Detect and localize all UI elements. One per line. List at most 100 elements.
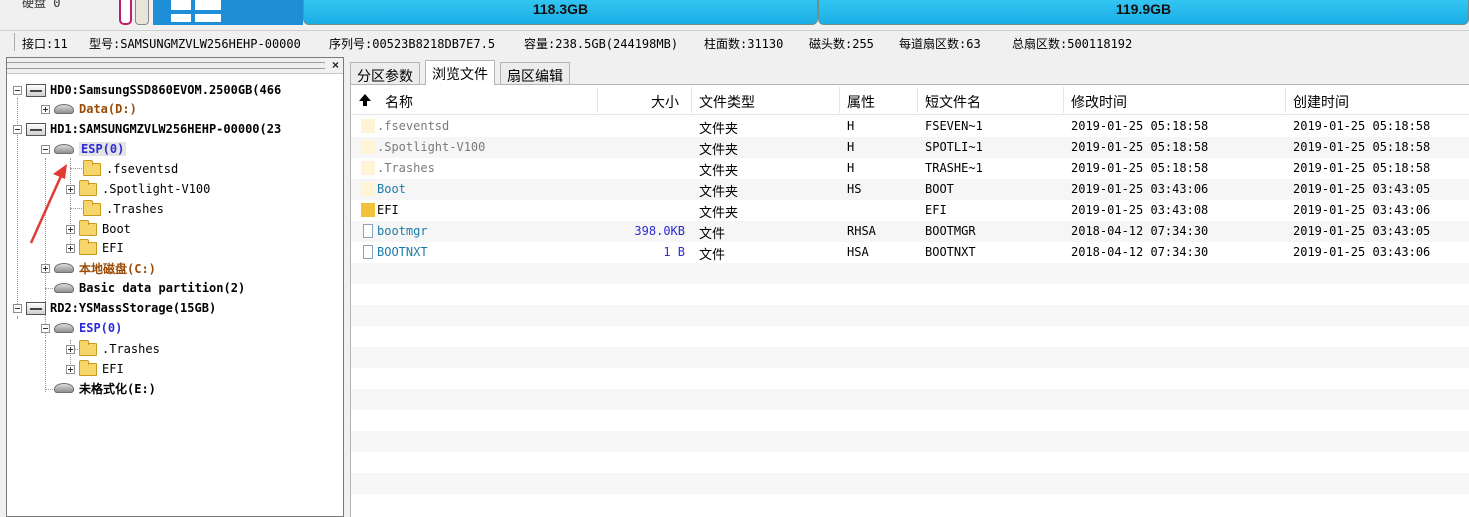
disk-label: 硬盘 0 — [22, 0, 61, 10]
expand-icon[interactable] — [66, 243, 75, 253]
tree-node-basic-data[interactable]: Basic data partition(2) — [54, 278, 245, 298]
expand-icon[interactable] — [66, 364, 75, 374]
tree-node-trashes-rd2[interactable]: .Trashes — [66, 339, 160, 359]
tree-node-local-c[interactable]: 本地磁盘(C:) — [41, 258, 156, 278]
panel-grip[interactable] — [7, 62, 325, 69]
folder-icon — [83, 199, 101, 216]
partition-msr-block[interactable] — [135, 0, 149, 25]
disk-tree-panel: × HD0:SamsungSSD860EVOM.2500GB(466 Data(… — [6, 57, 344, 517]
tree-node-hd0[interactable]: HD0:SamsungSSD860EVOM.2500GB(466 — [13, 80, 281, 100]
tree-node-hd1[interactable]: HD1:SAMSUNGMZVLW256HEHP-00000(23 — [13, 119, 281, 139]
partition-block-2[interactable]: 119.9GB — [818, 0, 1469, 25]
sectors-per-track-info: 每道扇区数:63 — [899, 37, 981, 51]
file-modified: 2019-01-25 05:18:58 — [1071, 140, 1209, 154]
folder-icon — [361, 203, 375, 217]
tree-node-label: .Trashes — [102, 342, 160, 356]
expand-icon[interactable] — [41, 104, 50, 114]
tree-node-boot[interactable]: Boot — [66, 219, 131, 239]
partition-icon — [54, 144, 74, 154]
collapse-icon[interactable] — [41, 323, 50, 333]
file-name: Boot — [377, 182, 406, 196]
table-row[interactable]: BOOTNXT 1 B 文件 HSA BOOTNXT 2018-04-12 07… — [351, 242, 1469, 263]
file-size: 1 B — [663, 245, 685, 259]
table-row[interactable]: bootmgr 398.0KB 文件 RHSA BOOTMGR 2018-04-… — [351, 221, 1469, 242]
file-modified: 2019-01-25 05:18:58 — [1071, 161, 1209, 175]
disk-map-bar: 硬盘 0 118.3GB 119.9GB — [0, 0, 1469, 27]
table-row[interactable]: EFI 文件夹 EFI 2019-01-25 03:43:08 2019-01-… — [351, 200, 1469, 221]
partition-block-1[interactable]: 118.3GB — [303, 0, 818, 25]
file-short-name: BOOT — [925, 182, 954, 196]
file-name: .Trashes — [377, 161, 435, 175]
folder-icon — [79, 238, 97, 255]
partition-icon — [54, 323, 74, 333]
tab-browse-files[interactable]: 浏览文件 — [425, 60, 495, 85]
expand-icon[interactable] — [66, 224, 75, 234]
hard-disk-icon — [26, 83, 46, 97]
close-icon[interactable]: × — [332, 58, 339, 72]
collapse-icon[interactable] — [13, 124, 22, 134]
collapse-icon[interactable] — [13, 85, 22, 95]
tree-node-trashes[interactable]: .Trashes — [83, 199, 164, 219]
windows-logo-icon[interactable] — [153, 0, 303, 25]
table-row[interactable]: .Spotlight-V100 文件夹 H SPOTLI~1 2019-01-2… — [351, 137, 1469, 158]
tab-sector-edit[interactable]: 扇区编辑 — [500, 62, 570, 85]
tab-partition-params[interactable]: 分区参数 — [350, 62, 420, 85]
file-name: .Spotlight-V100 — [377, 140, 486, 154]
tree-node-esp-rd2[interactable]: ESP(0) — [41, 318, 122, 338]
table-row[interactable]: .fseventsd 文件夹 H FSEVEN~1 2019-01-25 05:… — [351, 116, 1469, 137]
file-created: 2019-01-25 03:43:05 — [1293, 224, 1431, 238]
folder-icon — [79, 179, 97, 196]
column-header-name[interactable]: 名称 — [385, 92, 413, 112]
capacity-info: 容量:238.5GB(244198MB) — [524, 37, 679, 51]
tree-node-fseventsd[interactable]: .fseventsd — [83, 159, 178, 179]
file-created: 2019-01-25 05:18:58 — [1293, 140, 1431, 154]
folder-icon — [361, 161, 375, 175]
partition-icon — [54, 104, 74, 114]
tree-node-spotlight[interactable]: .Spotlight-V100 — [66, 179, 210, 199]
tree-node-data-d[interactable]: Data(D:) — [41, 99, 137, 119]
column-header-attr[interactable]: 属性 — [847, 92, 875, 112]
column-header-size[interactable]: 大小 — [651, 92, 679, 112]
tree-node-label: HD1:SAMSUNGMZVLW256HEHP-00000(23 — [50, 122, 282, 136]
column-header-modified[interactable]: 修改时间 — [1071, 92, 1127, 112]
go-up-icon[interactable] — [359, 94, 371, 106]
tree-node-label: ESP(0) — [79, 321, 123, 335]
tree-node-label: Basic data partition(2) — [79, 281, 246, 295]
collapse-icon[interactable] — [41, 144, 50, 154]
file-created: 2019-01-25 03:43:06 — [1293, 245, 1431, 259]
tree-node-label: RD2:YSMassStorage(15GB) — [50, 301, 217, 315]
file-short-name: EFI — [925, 203, 947, 217]
file-short-name: SPOTLI~1 — [925, 140, 983, 154]
table-row[interactable]: .Trashes 文件夹 H TRASHE~1 2019-01-25 05:18… — [351, 158, 1469, 179]
table-row[interactable]: Boot 文件夹 HS BOOT 2019-01-25 03:43:06 201… — [351, 179, 1469, 200]
tree-node-efi[interactable]: EFI — [66, 238, 124, 258]
model-info: 型号:SAMSUNGMZVLW256HEHP-00000 — [89, 37, 301, 51]
tree-node-esp-hd1[interactable]: ESP(0) — [41, 139, 127, 159]
column-header-created[interactable]: 创建时间 — [1293, 92, 1349, 112]
port-info: 接口:11 — [22, 37, 68, 51]
expand-icon[interactable] — [66, 184, 75, 194]
file-attr: H — [847, 119, 855, 133]
partition-icon — [54, 383, 74, 393]
tree-node-rd2[interactable]: RD2:YSMassStorage(15GB) — [13, 298, 216, 318]
cylinders-info: 柱面数:31130 — [704, 37, 784, 51]
column-header-type[interactable]: 文件类型 — [699, 92, 755, 112]
folder-icon — [361, 182, 375, 196]
file-name: bootmgr — [377, 224, 428, 238]
file-type: 文件夹 — [699, 122, 739, 137]
tree-node-efi-rd2[interactable]: EFI — [66, 359, 124, 379]
file-type: 文件夹 — [699, 206, 739, 221]
column-header-short-name[interactable]: 短文件名 — [925, 92, 981, 112]
collapse-icon[interactable] — [13, 303, 22, 313]
file-short-name: BOOTMGR — [925, 224, 976, 238]
tree-node-label: .Spotlight-V100 — [102, 182, 211, 196]
file-created: 2019-01-25 05:18:58 — [1293, 119, 1431, 133]
partition-esp-block[interactable] — [119, 0, 132, 25]
expand-icon[interactable] — [41, 263, 50, 273]
partition-icon — [54, 263, 74, 273]
tree-node-unformatted-e[interactable]: 未格式化(E:) — [54, 378, 156, 398]
tree-node-label: .Trashes — [106, 202, 164, 216]
file-list-header: 名称 大小 文件类型 属性 短文件名 修改时间 创建时间 — [351, 85, 1469, 115]
file-created: 2019-01-25 03:43:06 — [1293, 203, 1431, 217]
expand-icon[interactable] — [66, 344, 75, 354]
